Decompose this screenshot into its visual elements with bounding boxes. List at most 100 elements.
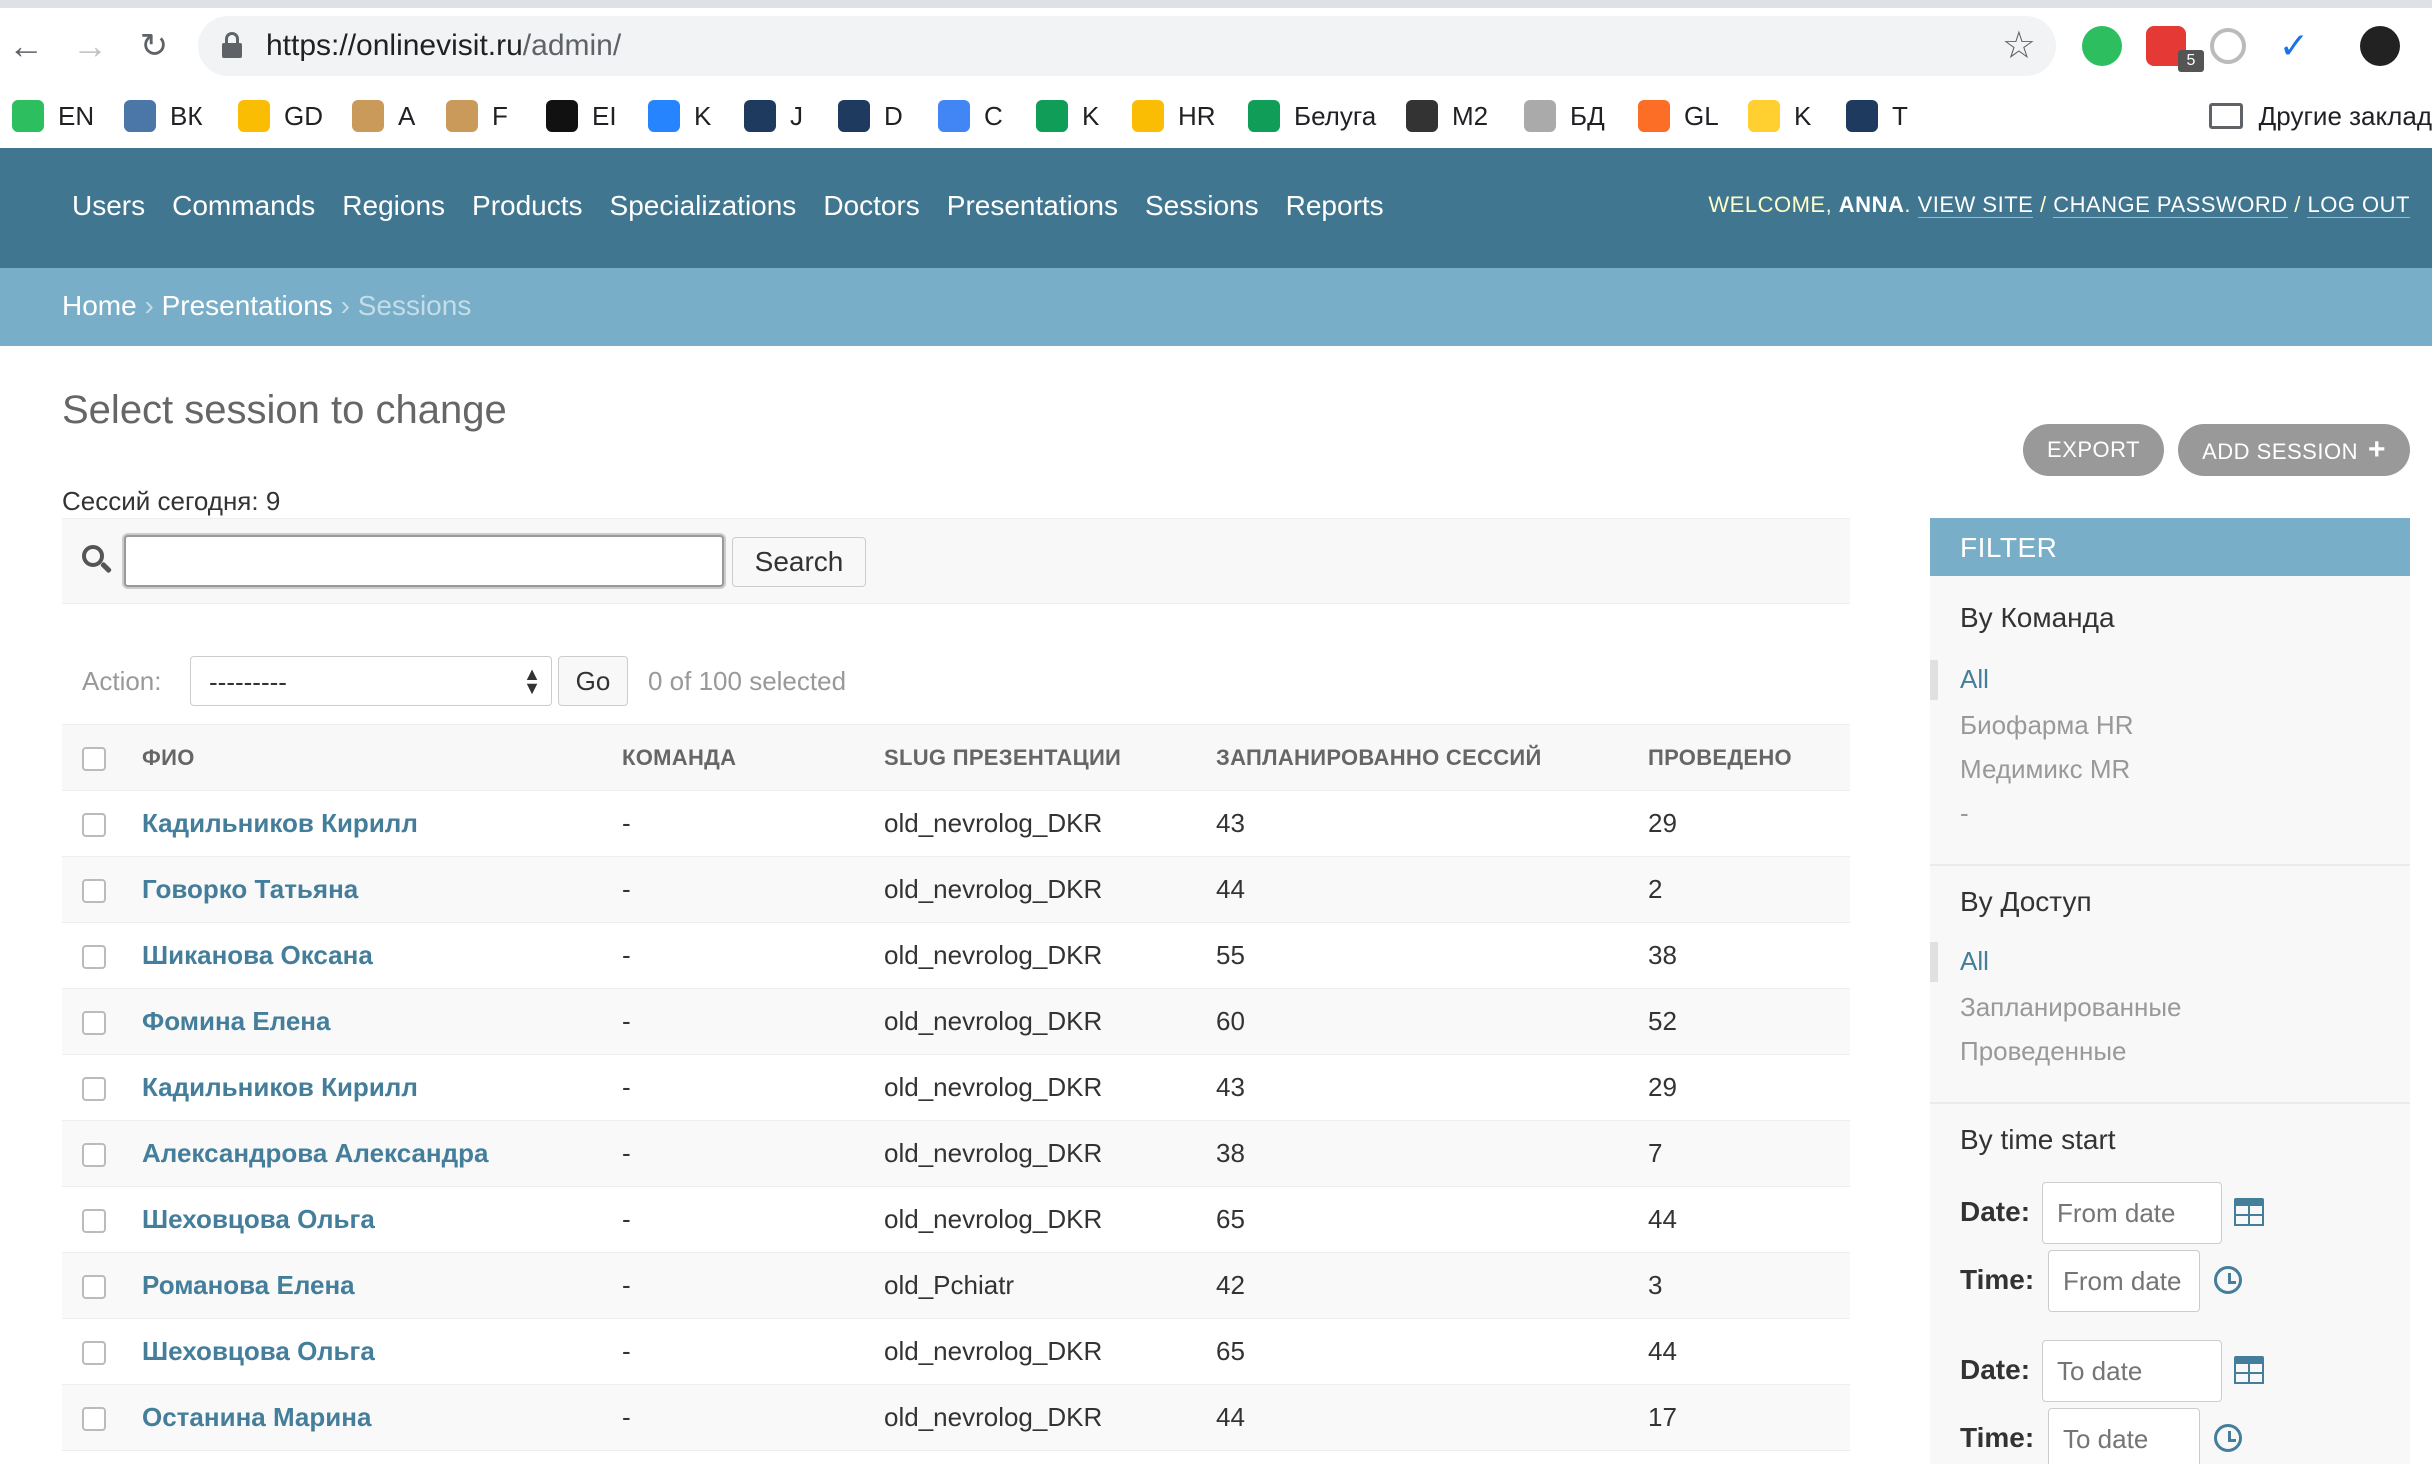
row-checkbox[interactable] (82, 945, 106, 970)
reload-icon[interactable]: ↻ (130, 22, 178, 70)
nav-item-products[interactable]: Products (472, 190, 583, 222)
column-header-fio[interactable]: ФИО (142, 724, 622, 791)
filter-team-biopharma[interactable]: Биофарма HR (1960, 710, 2133, 741)
clock-icon[interactable] (2214, 1266, 2242, 1294)
pen-extension-icon[interactable]: ✓ (2274, 26, 2314, 66)
session-link[interactable]: Кадильников Кирилл (142, 808, 418, 838)
session-link[interactable]: Романова Елена (142, 1270, 355, 1300)
back-icon[interactable]: ← (2, 22, 50, 70)
filter-divider (1930, 1102, 2410, 1104)
row-checkbox[interactable] (82, 1209, 106, 1234)
column-header-done[interactable]: ПРОВЕДЕНО (1648, 724, 1850, 791)
bookmark-item[interactable]: HR (1132, 94, 1216, 138)
session-link[interactable]: Фомина Елена (142, 1006, 330, 1036)
view-site-link[interactable]: VIEW SITE (1917, 192, 2034, 218)
breadcrumb-home[interactable]: Home (62, 290, 137, 321)
session-link[interactable]: Александрова Александра (142, 1138, 488, 1168)
session-link[interactable]: Шеховцова Ольга (142, 1336, 375, 1366)
search-button[interactable]: Search (732, 537, 866, 587)
slug-cell: old_nevrolog_DKR (884, 1186, 1216, 1253)
row-checkbox[interactable] (82, 813, 106, 838)
to-time-input[interactable] (2048, 1408, 2200, 1464)
row-checkbox[interactable] (82, 1275, 106, 1300)
nav-item-reports[interactable]: Reports (1286, 190, 1384, 222)
profile-avatar[interactable] (2360, 26, 2400, 66)
address-bar[interactable]: https://onlinevisit.ru/admin/ ☆ (198, 16, 2056, 76)
planned-cell: 60 (1216, 988, 1648, 1055)
other-bookmarks-folder[interactable]: Другие заклад (2208, 94, 2432, 138)
bookmark-item[interactable]: Белуга (1248, 94, 1376, 138)
session-link[interactable]: Кадильников Кирилл (142, 1072, 418, 1102)
table-row: Александрова Александра - old_nevrolog_DKR… (62, 1120, 1850, 1187)
filter-access-planned[interactable]: Запланированные (1960, 992, 2182, 1023)
row-checkbox[interactable] (82, 1143, 106, 1168)
row-checkbox[interactable] (82, 879, 106, 904)
nav-item-commands[interactable]: Commands (172, 190, 315, 222)
breadcrumb-presentations[interactable]: Presentations (162, 290, 333, 321)
bookmark-item[interactable]: K (1036, 94, 1099, 138)
column-header-slug[interactable]: SLUG ПРЕЗЕНТАЦИИ (884, 724, 1216, 791)
url-text[interactable]: https://onlinevisit.ru/admin/ (266, 29, 621, 63)
bookmark-item[interactable]: EI (546, 94, 617, 138)
nav-item-doctors[interactable]: Doctors (823, 190, 919, 222)
nav-item-sessions[interactable]: Sessions (1145, 190, 1259, 222)
filter-access-done[interactable]: Проведенные (1960, 1036, 2127, 1067)
nav-item-users[interactable]: Users (72, 190, 145, 222)
bookmark-item[interactable]: T (1846, 94, 1908, 138)
add-session-button[interactable]: ADD SESSION + (2178, 424, 2410, 476)
bookmark-item[interactable]: J (744, 94, 803, 138)
column-header-team[interactable]: КОМАНДА (622, 724, 884, 791)
slug-cell: old_nevrolog_DKR (884, 1318, 1216, 1385)
change-password-link[interactable]: CHANGE PASSWORD (2053, 192, 2288, 218)
session-link[interactable]: Шиканова Оксана (142, 940, 373, 970)
table-row: Шеховцова Ольга - old_nevrolog_DKR 65 44 (62, 1186, 1850, 1253)
bookmark-star-icon[interactable]: ☆ (2002, 24, 2036, 68)
row-checkbox[interactable] (82, 1341, 106, 1366)
action-select[interactable]: --------- ▲ ▼ (190, 656, 552, 706)
evernote-extension-icon[interactable] (2082, 26, 2122, 66)
row-checkbox[interactable] (82, 1407, 106, 1432)
bookmark-item[interactable]: EN (12, 94, 94, 138)
bookmark-item[interactable]: ВК (124, 94, 203, 138)
row-checkbox[interactable] (82, 1011, 106, 1036)
nav-item-specializations[interactable]: Specializations (610, 190, 797, 222)
calendar-icon[interactable] (2234, 1354, 2264, 1384)
session-link[interactable]: Останина Марина (142, 1402, 371, 1432)
forward-icon[interactable]: → (66, 22, 114, 70)
bookmark-item[interactable]: GD (238, 94, 323, 138)
eye-extension-icon[interactable] (2210, 28, 2246, 64)
nav-item-presentations[interactable]: Presentations (947, 190, 1118, 222)
clock-icon[interactable] (2214, 1424, 2242, 1452)
session-link[interactable]: Шеховцова Ольга (142, 1204, 375, 1234)
bookmark-item[interactable]: M2 (1406, 94, 1488, 138)
bookmark-item[interactable]: БД (1524, 94, 1605, 138)
vk-icon (124, 100, 156, 132)
bookmark-item[interactable]: K (1748, 94, 1811, 138)
breadcrumb-current: Sessions (357, 290, 472, 321)
to-date-input[interactable] (2042, 1340, 2222, 1402)
filter-team-all[interactable]: All (1960, 664, 1989, 695)
bookmark-item[interactable]: F (446, 94, 508, 138)
filter-access-all[interactable]: All (1960, 946, 1989, 977)
select-all-checkbox[interactable] (82, 746, 106, 771)
search-input[interactable] (124, 535, 724, 587)
from-time-input[interactable] (2048, 1250, 2200, 1312)
go-button[interactable]: Go (558, 656, 628, 706)
filter-team-none[interactable]: - (1960, 798, 1969, 829)
table-row: Романова Елена - old_Pchiatr 42 3 (62, 1252, 1850, 1319)
planned-cell: 38 (1216, 1120, 1648, 1187)
bookmark-item[interactable]: C (938, 94, 1003, 138)
session-link[interactable]: Говорко Татьяна (142, 874, 358, 904)
filter-team-medimix[interactable]: Медимикс MR (1960, 754, 2130, 785)
log-out-link[interactable]: LOG OUT (2307, 192, 2410, 218)
bookmark-item[interactable]: K (648, 94, 711, 138)
from-date-input[interactable] (2042, 1182, 2222, 1244)
calendar-icon[interactable] (2234, 1196, 2264, 1226)
bookmark-item[interactable]: A (352, 94, 415, 138)
nav-item-regions[interactable]: Regions (342, 190, 445, 222)
bookmark-item[interactable]: D (838, 94, 903, 138)
column-header-planned[interactable]: ЗАПЛАНИРОВАННО СЕССИЙ (1216, 724, 1648, 791)
bookmark-item[interactable]: GL (1638, 94, 1719, 138)
export-button[interactable]: EXPORT (2023, 424, 2165, 476)
row-checkbox[interactable] (82, 1077, 106, 1102)
